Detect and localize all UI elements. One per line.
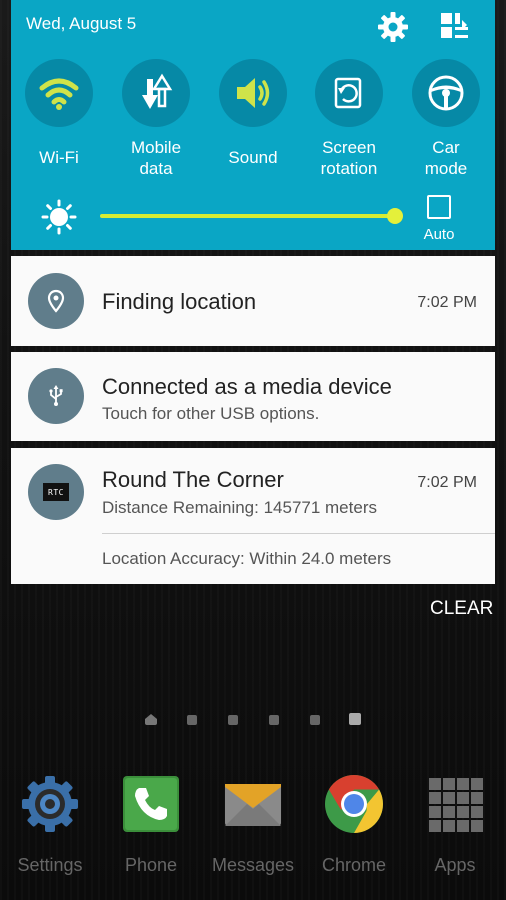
car-mode-icon bbox=[412, 59, 480, 127]
tile-sound[interactable]: Sound bbox=[208, 59, 298, 168]
apps-grid-icon bbox=[423, 772, 487, 836]
notification-title: Connected as a media device bbox=[102, 374, 392, 399]
usb-icon bbox=[28, 368, 84, 424]
brightness-slider-track[interactable] bbox=[100, 214, 395, 218]
clear-notifications-button[interactable]: CLEAR bbox=[430, 598, 493, 620]
notification-usb-media-device[interactable]: Connected as a media device Touch for ot… bbox=[11, 352, 495, 441]
notification-subtitle: Touch for other USB options. bbox=[102, 404, 320, 423]
quick-settings-panel: Wed, August 5 Wi-Fi Mobile data Sound Sc… bbox=[11, 0, 495, 250]
dock-messages[interactable]: Messages bbox=[208, 772, 298, 876]
auto-brightness-label: Auto bbox=[423, 226, 455, 243]
dock-chrome[interactable]: Chrome bbox=[309, 772, 399, 876]
tile-mobile-data-label: Mobile data bbox=[130, 138, 182, 178]
status-date: Wed, August 5 bbox=[26, 14, 137, 33]
tile-wifi[interactable]: Wi-Fi bbox=[14, 59, 104, 168]
chrome-icon bbox=[322, 772, 386, 836]
rtc-app-icon: RTC bbox=[28, 464, 84, 520]
settings-icon bbox=[18, 772, 82, 836]
page-indicator bbox=[144, 712, 364, 728]
screen-rotation-icon bbox=[315, 59, 383, 127]
wifi-icon bbox=[25, 59, 93, 127]
page-dot[interactable] bbox=[269, 715, 279, 725]
auto-brightness-checkbox[interactable] bbox=[427, 195, 451, 219]
page-dot[interactable] bbox=[310, 715, 320, 725]
notification-subtitle: Distance Remaining: 145771 meters bbox=[102, 498, 377, 517]
page-dot[interactable] bbox=[228, 715, 238, 725]
dock-phone[interactable]: Phone bbox=[106, 772, 196, 876]
phone-icon bbox=[119, 772, 183, 836]
dock-label: Settings bbox=[17, 855, 83, 875]
dock-label: Phone bbox=[124, 855, 178, 875]
tile-car-mode-label: Car mode bbox=[424, 138, 468, 178]
page-dot[interactable] bbox=[187, 715, 197, 725]
home-page-dot-icon[interactable] bbox=[145, 714, 157, 725]
dock-label: Chrome bbox=[321, 855, 387, 875]
edit-tiles-icon[interactable] bbox=[438, 10, 472, 44]
messages-icon bbox=[221, 772, 285, 836]
brightness-sun-icon bbox=[41, 199, 77, 235]
notification-title: Round The Corner bbox=[102, 467, 284, 492]
tile-screen-rotation[interactable]: Screen rotation bbox=[304, 59, 394, 179]
notification-title: Finding location bbox=[102, 289, 257, 314]
location-pin-icon bbox=[28, 273, 84, 329]
dock-label: Apps bbox=[434, 855, 476, 875]
notification-finding-location[interactable]: Finding location 7:02 PM bbox=[11, 256, 495, 346]
brightness-slider-thumb[interactable] bbox=[387, 208, 403, 224]
notification-time: 7:02 PM bbox=[417, 474, 477, 491]
tile-car-mode[interactable]: Car mode bbox=[401, 59, 491, 179]
tile-screen-rotation-label: Screen rotation bbox=[320, 138, 378, 178]
sound-icon bbox=[219, 59, 287, 127]
notification-divider bbox=[102, 533, 495, 534]
notification-detail: Location Accuracy: Within 24.0 meters bbox=[102, 549, 392, 568]
notification-time: 7:02 PM bbox=[417, 294, 477, 311]
mobile-data-icon bbox=[122, 59, 190, 127]
tile-mobile-data[interactable]: Mobile data bbox=[111, 59, 201, 179]
tile-wifi-label: Wi-Fi bbox=[39, 148, 79, 167]
dock-apps[interactable]: Apps bbox=[410, 772, 500, 876]
notification-round-the-corner[interactable]: RTC Round The Corner 7:02 PM Distance Re… bbox=[11, 448, 495, 584]
settings-gear-icon[interactable] bbox=[376, 10, 410, 44]
rtc-app-icon-text: RTC bbox=[43, 483, 69, 501]
dock-label: Messages bbox=[211, 855, 295, 875]
dock-settings[interactable]: Settings bbox=[5, 772, 95, 876]
page-dot-active[interactable] bbox=[349, 713, 361, 725]
tile-sound-label: Sound bbox=[228, 148, 278, 167]
